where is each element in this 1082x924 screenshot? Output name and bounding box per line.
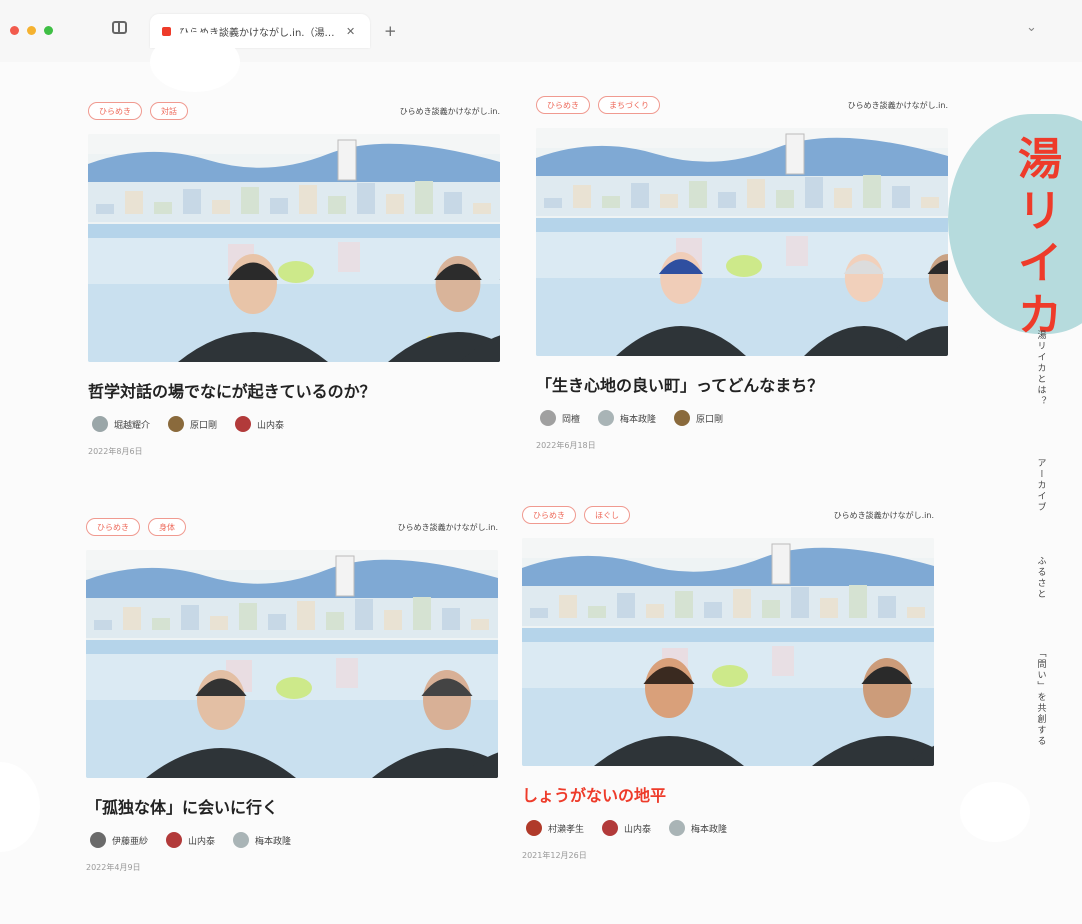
side-navigation: 湯リイカとは？ アーカイブ ふるさと 「問い」を共創する: [1032, 330, 1050, 758]
publish-date: 2022年8月6日: [88, 447, 143, 456]
speaker-list: 岡檀 梅本政隆 原口剛: [540, 410, 723, 426]
series-label: ひらめき談義かけながし.in.: [397, 523, 498, 532]
favicon-icon: [162, 26, 171, 36]
speaker-name: 堀越耀介: [114, 420, 151, 431]
speaker-name: 梅本政隆: [255, 836, 292, 847]
speaker[interactable]: 岡檀: [540, 410, 580, 426]
speaker-list: 伊藤亜紗 山内泰 梅本政隆: [90, 832, 291, 848]
speaker[interactable]: 原口剛: [168, 416, 217, 432]
avatar-icon: [233, 832, 250, 848]
tag-pill[interactable]: 対話: [150, 102, 188, 120]
speaker-name: 梅本政隆: [620, 414, 657, 425]
avatar-icon: [602, 820, 619, 836]
avatar-icon: [674, 410, 691, 426]
speaker-name: 梅本政隆: [691, 824, 728, 835]
speaker-name: 山内泰: [188, 836, 216, 847]
tag-list: ひらめき まちづくり: [536, 96, 660, 114]
article-card[interactable]: ひらめき ほぐし ひらめき談義かけながし.in. しょうがないの地平村瀨孝生 山内泰 梅本…: [522, 506, 934, 876]
speaker-list: 堀越耀介 原口剛 山内泰: [92, 416, 284, 432]
speaker-name: 山内泰: [624, 824, 652, 835]
avatar-icon: [540, 410, 556, 426]
speaker[interactable]: 山内泰: [602, 820, 651, 836]
close-window-button[interactable]: [10, 26, 19, 35]
tag-pill[interactable]: ひらめき: [536, 96, 590, 114]
speaker-name: 山内泰: [257, 420, 285, 431]
tag-list: ひらめき ほぐし: [522, 506, 630, 524]
tag-pill[interactable]: ほぐし: [584, 506, 630, 524]
publish-date: 2021年12月26日: [522, 851, 587, 860]
zoom-window-button[interactable]: [44, 26, 53, 35]
nav-item-archive[interactable]: アーカイブ: [1035, 458, 1048, 516]
article-title[interactable]: しょうがないの地平: [522, 782, 666, 806]
avatar-icon: [92, 416, 108, 432]
avatar-icon: [526, 820, 542, 836]
nav-item-co-create[interactable]: 「問い」を共創する: [1035, 648, 1048, 758]
speaker-name: 岡檀: [562, 414, 581, 425]
sidebar-toggle-icon[interactable]: [112, 21, 127, 34]
close-tab-button[interactable]: ✕: [346, 25, 355, 38]
publish-date: 2022年4月9日: [86, 863, 141, 872]
series-label: ひらめき談義かけながし.in.: [833, 511, 934, 520]
avatar-icon: [168, 416, 185, 432]
window-controls: [10, 26, 53, 35]
tag-list: ひらめき 身体: [86, 518, 186, 536]
article-title[interactable]: 「孤独な体」に会いに行く: [86, 794, 278, 818]
avatar-icon: [669, 820, 686, 836]
speaker-name: 原口剛: [190, 420, 218, 431]
tag-pill[interactable]: ひらめき: [522, 506, 576, 524]
decorative-cloud: [960, 782, 1030, 842]
publish-date: 2022年6月18日: [536, 441, 596, 450]
nav-item-about[interactable]: 湯リイカとは？: [1035, 330, 1048, 422]
article-card[interactable]: ひらめき 身体 ひらめき談義かけながし.in. 「孤独な体」に会いに行く伊藤亜紗 山内泰…: [86, 518, 498, 888]
speaker[interactable]: 堀越耀介: [92, 416, 150, 432]
article-card[interactable]: ひらめき 対話 ひらめき談義かけながし.in. 哲学対話の場でなにが起きているのか？ 堀…: [88, 102, 500, 472]
avatar-icon: [235, 416, 252, 432]
page-content: 湯リイカ 湯リイカとは？ アーカイブ ふるさと 「問い」を共創する ひらめき 対話…: [0, 32, 1082, 924]
nav-item-furusato[interactable]: ふるさと: [1035, 556, 1048, 606]
speaker[interactable]: 梅本政隆: [598, 410, 656, 426]
series-label: ひらめき談義かけながし.in.: [847, 101, 948, 110]
tag-list: ひらめき 対話: [88, 102, 188, 120]
avatar-icon: [90, 832, 106, 848]
speaker-list: 村瀨孝生 山内泰 梅本政隆: [526, 820, 727, 836]
speaker[interactable]: 山内泰: [235, 416, 284, 432]
speaker-name: 村瀨孝生: [548, 824, 585, 835]
speaker[interactable]: 梅本政隆: [669, 820, 727, 836]
tag-pill[interactable]: 身体: [148, 518, 186, 536]
thumbnail-image[interactable]: [536, 128, 948, 356]
article-title[interactable]: 「生き心地の良い町」ってどんなまち？: [536, 372, 823, 396]
tag-pill[interactable]: ひらめき: [88, 102, 142, 120]
speaker[interactable]: 村瀨孝生: [526, 820, 584, 836]
series-label: ひらめき談義かけながし.in.: [399, 107, 500, 116]
speaker-name: 原口剛: [696, 414, 724, 425]
avatar-icon: [166, 832, 183, 848]
article-card[interactable]: ひらめき まちづくり ひらめき談義かけながし.in. 「生き心地の良い町」ってどんなま…: [536, 96, 948, 466]
speaker[interactable]: 原口剛: [674, 410, 723, 426]
decorative-cloud: [0, 762, 40, 852]
speaker[interactable]: 梅本政隆: [233, 832, 291, 848]
speaker[interactable]: 山内泰: [166, 832, 215, 848]
article-title[interactable]: 哲学対話の場でなにが起きているのか？: [88, 378, 376, 402]
thumbnail-image[interactable]: [88, 134, 500, 362]
tab-overview-chevron-icon[interactable]: ⌄: [1026, 20, 1037, 35]
speaker[interactable]: 伊藤亜紗: [90, 832, 148, 848]
new-tab-button[interactable]: +: [384, 22, 397, 40]
minimize-window-button[interactable]: [27, 26, 36, 35]
thumbnail-image[interactable]: [522, 538, 934, 766]
speaker-name: 伊藤亜紗: [112, 836, 149, 847]
tag-pill[interactable]: ひらめき: [86, 518, 140, 536]
avatar-icon: [598, 410, 615, 426]
site-logo[interactable]: 湯リイカ: [1012, 134, 1068, 342]
thumbnail-image[interactable]: [86, 550, 498, 778]
decorative-cloud: [150, 32, 240, 92]
tag-pill[interactable]: まちづくり: [598, 96, 660, 114]
